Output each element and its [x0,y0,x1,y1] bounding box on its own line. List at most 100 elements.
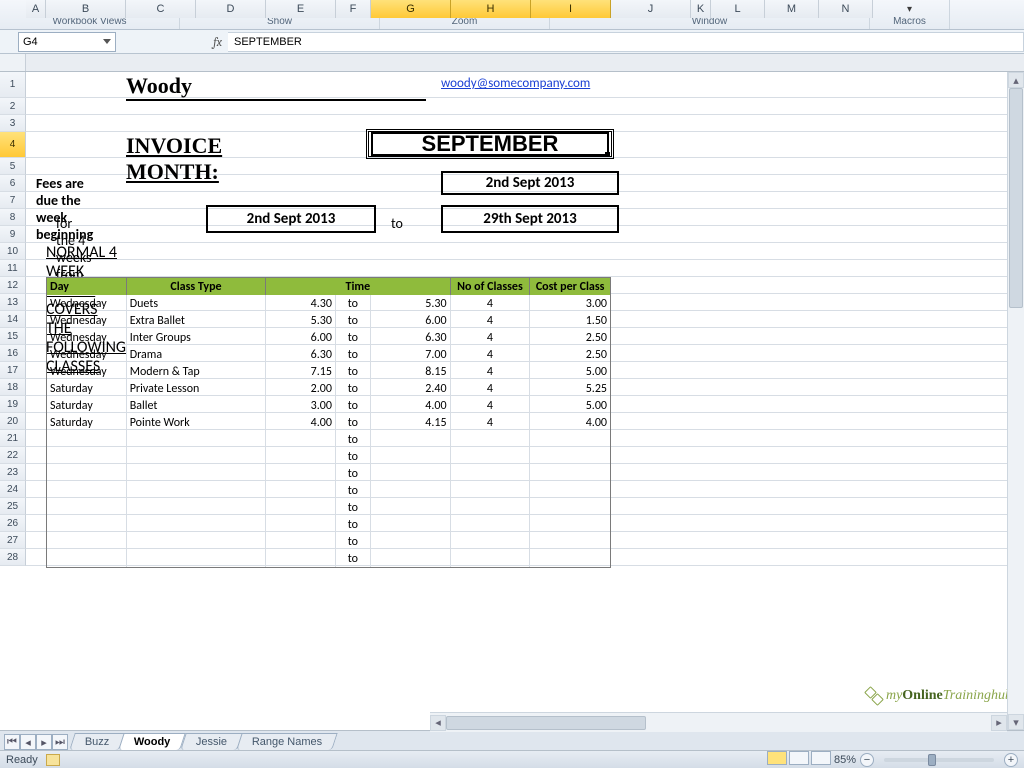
row-header-3[interactable]: 3 [0,115,26,132]
email-link[interactable]: woody@somecompany.com [441,76,590,91]
watermark-logo: myOnlineTraininghub [866,688,1012,704]
row-header-6[interactable]: 6 [0,175,26,192]
column-header-H[interactable]: H [451,0,531,18]
row-header-5[interactable]: 5 [0,158,26,175]
spreadsheet-grid[interactable]: 1234567891011121314151617181920212223242… [0,72,1024,734]
column-header-B[interactable]: B [46,0,126,18]
column-header-L[interactable]: L [711,0,765,18]
macros-button[interactable]: ▾ [907,4,912,15]
page-break-view-button[interactable] [811,751,831,765]
scroll-left-button[interactable]: ◂ [430,715,446,731]
row-header-12[interactable]: 12 [0,277,26,294]
company-name: Woody [126,73,426,101]
table-row: to [47,431,610,448]
chevron-down-icon[interactable] [103,39,111,44]
row-header-24[interactable]: 24 [0,481,26,498]
tab-nav: ⏮ ◂ ▸ ⏭ [4,734,68,750]
row-header-23[interactable]: 23 [0,464,26,481]
row-header-2[interactable]: 2 [0,98,26,115]
row-header-8[interactable]: 8 [0,209,26,226]
column-header-C[interactable]: C [126,0,196,18]
ribbon-group-label: Workbook Views [6,16,173,30]
status-ready: Ready [6,754,38,766]
invoice-month-value: SEPTEMBER [366,129,614,159]
zoom-slider[interactable] [884,758,994,762]
row-header-26[interactable]: 26 [0,515,26,532]
view-switcher [767,751,830,768]
tab-first-button[interactable]: ⏮ [4,734,20,750]
column-header-G[interactable]: G [371,0,451,18]
vertical-scrollbar[interactable]: ▴ ▾ [1007,72,1024,730]
select-all-corner[interactable] [0,54,26,71]
column-header-J[interactable]: J [611,0,691,18]
row-header-17[interactable]: 17 [0,362,26,379]
row-header-15[interactable]: 15 [0,328,26,345]
scroll-up-button[interactable]: ▴ [1008,72,1024,88]
normal-view-button[interactable] [767,751,787,765]
table-row: SaturdayPointe Work4.00to4.1544.00 [47,414,610,431]
sheet-tab-buzz[interactable]: Buzz [69,733,125,750]
row-header-25[interactable]: 25 [0,498,26,515]
table-row: SaturdayPrivate Lesson2.00to2.4045.25 [47,380,610,397]
invoice-month-label: INVOICE MONTH: [126,133,222,185]
row-header-10[interactable]: 10 [0,243,26,260]
row-header-9[interactable]: 9 [0,226,26,243]
fx-icon[interactable]: fx [213,35,222,49]
table-row: WednesdayDrama6.30to7.0042.50 [47,346,610,363]
page-layout-view-button[interactable] [789,751,809,765]
row-headers: 1234567891011121314151617181920212223242… [0,72,26,566]
macro-record-icon[interactable] [46,754,60,766]
row-header-1[interactable]: 1 [0,72,26,98]
column-header-M[interactable]: M [765,0,819,18]
row-header-28[interactable]: 28 [0,549,26,566]
row-header-7[interactable]: 7 [0,192,26,209]
ribbon-group-label: Macros [876,16,943,30]
ribbon-group-label: Window [556,16,863,30]
scroll-down-button[interactable]: ▾ [1008,714,1024,730]
column-header-I[interactable]: I [531,0,611,18]
row-header-21[interactable]: 21 [0,430,26,447]
table-row: to [47,533,610,550]
table-row: WednesdayModern & Tap7.15to8.1545.00 [47,363,610,380]
column-header-A[interactable]: A [26,0,46,18]
name-box[interactable]: G4 [18,32,116,52]
horizontal-scrollbar[interactable]: ◂ ▸ [430,712,1007,732]
scroll-right-button[interactable]: ▸ [991,715,1007,731]
column-header-K[interactable]: K [691,0,711,18]
ribbon-group-label: Show [186,16,373,30]
column-header-N[interactable]: N [819,0,873,18]
row-header-18[interactable]: 18 [0,379,26,396]
column-headers: ABCDEFGHIJKLMN [0,54,1024,72]
sheet-tab-range-names[interactable]: Range Names [236,733,338,750]
table-row: WednesdayInter Groups6.00to6.3042.50 [47,329,610,346]
zoom-level[interactable]: 85% [834,754,856,766]
column-header-F[interactable]: F [336,0,371,18]
period-to-label: to [391,215,403,232]
row-header-20[interactable]: 20 [0,413,26,430]
row-header-11[interactable]: 11 [0,260,26,277]
sheet-tabs: ⏮ ◂ ▸ ⏭ BuzzWoodyJessieRange Names ◂ ▸ [0,730,1024,750]
row-header-4[interactable]: 4 [0,132,26,158]
zoom-out-button[interactable]: − [860,753,874,767]
row-header-27[interactable]: 27 [0,532,26,549]
hscroll-thumb[interactable] [446,716,646,730]
table-row: to [47,499,610,516]
column-header-D[interactable]: D [196,0,266,18]
sheet-tab-woody[interactable]: Woody [119,733,187,750]
row-header-14[interactable]: 14 [0,311,26,328]
table-header: DayClass TypeTimeNo of ClassesCost per C… [47,278,610,295]
sheet-tab-jessie[interactable]: Jessie [180,733,243,750]
table-row: to [47,448,610,465]
period-to-date: 29th Sept 2013 [441,205,619,233]
row-header-13[interactable]: 13 [0,294,26,311]
row-header-16[interactable]: 16 [0,345,26,362]
column-header-E[interactable]: E [266,0,336,18]
formula-input[interactable]: SEPTEMBER [228,32,1024,52]
row-header-22[interactable]: 22 [0,447,26,464]
row-header-19[interactable]: 19 [0,396,26,413]
tab-last-button[interactable]: ⏭ [52,734,68,750]
zoom-in-button[interactable]: + [1004,753,1018,767]
tab-next-button[interactable]: ▸ [36,734,52,750]
vscroll-thumb[interactable] [1009,88,1023,308]
tab-prev-button[interactable]: ◂ [20,734,36,750]
